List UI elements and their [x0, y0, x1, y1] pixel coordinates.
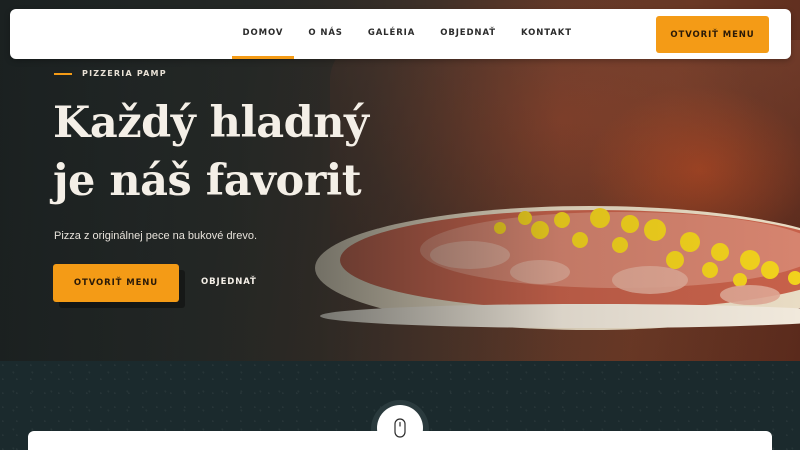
- scroll-down-button[interactable]: [377, 405, 423, 450]
- nav-item-o-nas[interactable]: O NÁS: [296, 9, 356, 59]
- main-nav: DOMOV O NÁS GALÉRIA OBJEDNAŤ KONTAKT: [230, 9, 584, 59]
- nav-item-galeria[interactable]: GALÉRIA: [355, 9, 427, 59]
- hero-order-link[interactable]: OBJEDNAŤ: [201, 277, 257, 287]
- nav-item-kontakt[interactable]: KONTAKT: [508, 9, 584, 59]
- open-menu-button[interactable]: OTVORIŤ MENU: [656, 16, 769, 53]
- mouse-scroll-icon: [394, 418, 406, 438]
- hero-open-menu-button[interactable]: OTVORIŤ MENU: [53, 264, 179, 302]
- hero-eyebrow: PIZZERIA PAMP: [54, 69, 167, 78]
- hero-headline: Každý hladný je náš favorit: [53, 94, 413, 210]
- eyebrow-text: PIZZERIA PAMP: [82, 69, 167, 78]
- eyebrow-accent-line: [54, 72, 72, 75]
- hero-subtitle: Pizza z originálnej pece na bukové drevo…: [54, 230, 258, 242]
- nav-item-objednat[interactable]: OBJEDNAŤ: [428, 9, 509, 59]
- headline-line-1: Každý hladný: [53, 98, 369, 148]
- nav-item-domov[interactable]: DOMOV: [230, 9, 296, 59]
- headline-line-2: je náš favorit: [53, 156, 362, 206]
- site-header: DOMOV O NÁS GALÉRIA OBJEDNAŤ KONTAKT OTV…: [10, 9, 791, 59]
